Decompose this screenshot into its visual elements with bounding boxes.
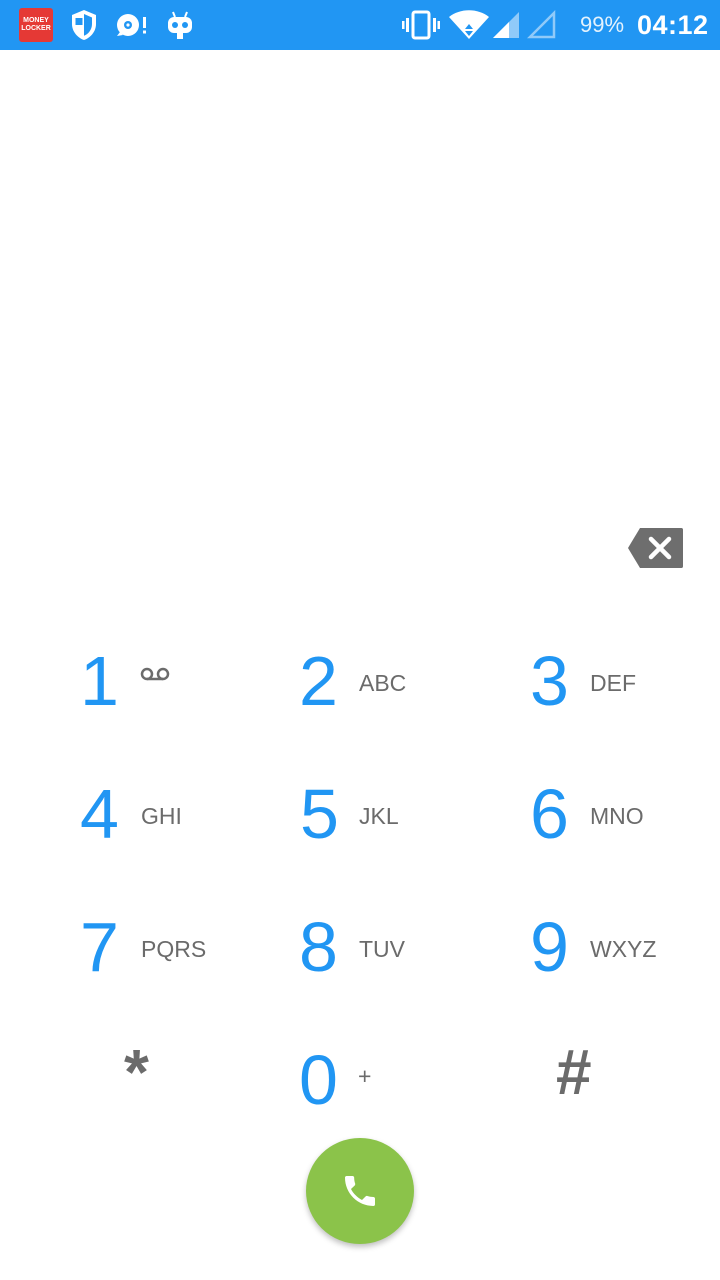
key-letters: JKL [359,803,399,829]
vibrate-icon [402,0,440,50]
clock: 04:12 [637,10,709,40]
key-digit: 0 [299,1041,338,1119]
dialpad-key-5[interactable]: 5 JKL [300,779,500,889]
key-letters: WXYZ [590,936,657,962]
signal-empty-icon [526,0,558,50]
call-button[interactable] [306,1138,414,1244]
wifi-icon [448,0,490,50]
dialpad-key-9[interactable]: 9 WXYZ [530,912,720,1022]
key-digit: 1 [80,642,119,720]
dialpad-key-1[interactable]: 1 [80,646,280,756]
key-letters: GHI [141,803,182,829]
key-digit: 7 [80,908,119,986]
key-letters: DEF [590,670,636,696]
status-bar: MONEY LOCKER 99% 04:12 [0,0,720,50]
dialpad-key-4[interactable]: 4 GHI [80,779,280,889]
phone-icon [345,1176,375,1206]
signal-icon [490,0,522,50]
key-letters: MNO [590,803,644,829]
key-digit: 6 [530,775,569,853]
key-digit: 5 [300,775,339,853]
key-symbol: # [556,1036,592,1108]
key-digit: 9 [530,908,569,986]
dialpad-key-8[interactable]: 8 TUV [299,912,499,1022]
dialpad-key-2[interactable]: 2 ABC [299,646,499,756]
backspace-icon [628,528,683,568]
dialpad-key-6[interactable]: 6 MNO [530,779,720,889]
key-digit: 4 [80,775,119,853]
dialpad-key-star[interactable]: * [124,1040,324,1150]
key-letters: ABC [359,670,407,696]
shield-icon [68,0,100,50]
dialpad-key-hash[interactable]: # [556,1040,720,1150]
key-digit: 3 [530,642,569,720]
key-letters: + [358,1063,372,1089]
backspace-button[interactable] [626,526,686,570]
key-letters: PQRS [141,936,207,962]
key-letters: TUV [359,936,405,962]
dialpad-key-3[interactable]: 3 DEF [530,646,720,756]
sync-alert-icon [115,0,149,50]
voicemail-icon [140,666,170,687]
dialpad-key-7[interactable]: 7 PQRS [80,912,280,1022]
battery-level: 99% [580,12,625,37]
key-symbol: * [124,1036,149,1108]
key-digit: 2 [299,642,338,720]
money-locker-icon: MONEY LOCKER [19,8,53,42]
android-bot-icon [164,0,196,50]
dialpad-key-0[interactable]: 0 + [299,1045,499,1155]
key-digit: 8 [299,908,338,986]
